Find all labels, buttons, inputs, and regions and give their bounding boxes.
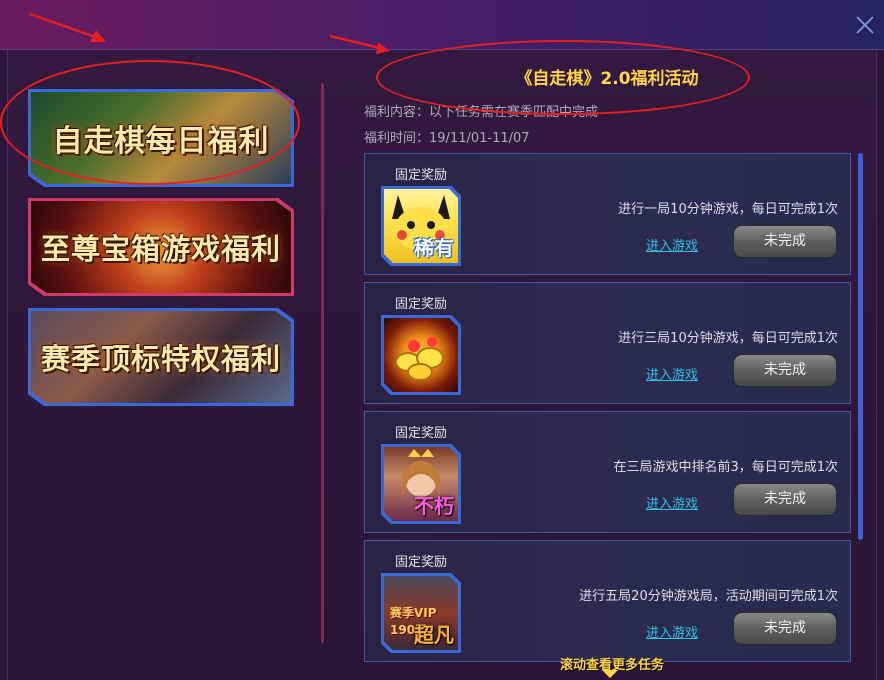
task-list-scrollbar[interactable] <box>858 153 863 540</box>
status-button[interactable]: 未完成 <box>733 612 837 645</box>
task-description: 进行三局10分钟游戏，每日可完成1次 <box>618 331 838 346</box>
task-list: 固定奖励 稀有 进行一局10分钟游戏，每日可完成1次 进入游戏 未完成 固定奖励 <box>364 153 851 663</box>
task-card: 固定奖励 进行三局10分钟游戏，每日可完成1次 进入游戏 未完成 <box>364 282 851 404</box>
banner-label: 赛季顶标特权福利 <box>40 342 281 376</box>
vertical-divider <box>321 83 324 643</box>
banner-treasure-chest[interactable]: 至尊宝箱游戏福利 <box>28 198 294 296</box>
rarity-tag: 稀有 <box>414 236 454 260</box>
status-button[interactable]: 未完成 <box>733 225 837 258</box>
task-description: 在三局游戏中排名前3，每日可完成1次 <box>613 460 838 475</box>
close-icon <box>856 16 874 34</box>
task-description: 进行一局10分钟游戏，每日可完成1次 <box>618 202 838 217</box>
task-card: 固定奖励 赛季VIP 190天 超凡 进行五局20分钟游戏局，活动期间可完成1次… <box>364 540 851 662</box>
welfare-time: 福利时间：19/11/01-11/07 <box>364 127 530 146</box>
pikachu-reward-icon: 稀有 <box>381 186 461 266</box>
task-card: 固定奖励 不朽 在三局游戏中排名前3，每日可完成1次 进入游戏 未完成 <box>364 411 851 533</box>
enter-game-link[interactable]: 进入游戏 <box>646 493 698 512</box>
task-description: 进行五局20分钟游戏局，活动期间可完成1次 <box>579 589 838 604</box>
character-portrait-reward-icon: 不朽 <box>381 444 461 524</box>
status-button[interactable]: 未完成 <box>733 354 837 387</box>
enter-game-link[interactable]: 进入游戏 <box>646 235 698 254</box>
annotation-circle-title <box>376 40 750 115</box>
status-button[interactable]: 未完成 <box>733 483 837 516</box>
rarity-tag: 不朽 <box>414 494 454 518</box>
season-vip-reward-icon: 赛季VIP 190天 超凡 <box>381 573 461 653</box>
enter-game-link[interactable]: 进入游戏 <box>646 622 698 641</box>
gold-coins-reward-icon <box>381 315 461 395</box>
welfare-content-label: 福利内容： <box>364 105 430 120</box>
annotation-arrow-icon <box>329 34 390 54</box>
enter-game-link[interactable]: 进入游戏 <box>646 364 698 383</box>
reward-label: 固定奖励 <box>395 297 448 312</box>
reward-label: 固定奖励 <box>395 426 448 441</box>
chevron-down-icon <box>602 670 618 678</box>
welfare-time-label: 福利时间： <box>364 131 430 146</box>
rarity-tag: 超凡 <box>414 623 454 647</box>
reward-label: 固定奖励 <box>395 168 448 183</box>
annotation-circle-banner <box>0 60 300 185</box>
banner-season-privilege[interactable]: 赛季顶标特权福利 <box>28 308 294 406</box>
close-button[interactable] <box>854 14 876 36</box>
window-titlebar <box>0 0 884 50</box>
task-card: 固定奖励 稀有 进行一局10分钟游戏，每日可完成1次 进入游戏 未完成 <box>364 153 851 275</box>
reward-label: 固定奖励 <box>395 555 448 570</box>
banner-label: 至尊宝箱游戏福利 <box>40 232 281 266</box>
annotation-arrow-icon <box>29 12 106 42</box>
welfare-time-value: 19/11/01-11/07 <box>429 131 530 146</box>
